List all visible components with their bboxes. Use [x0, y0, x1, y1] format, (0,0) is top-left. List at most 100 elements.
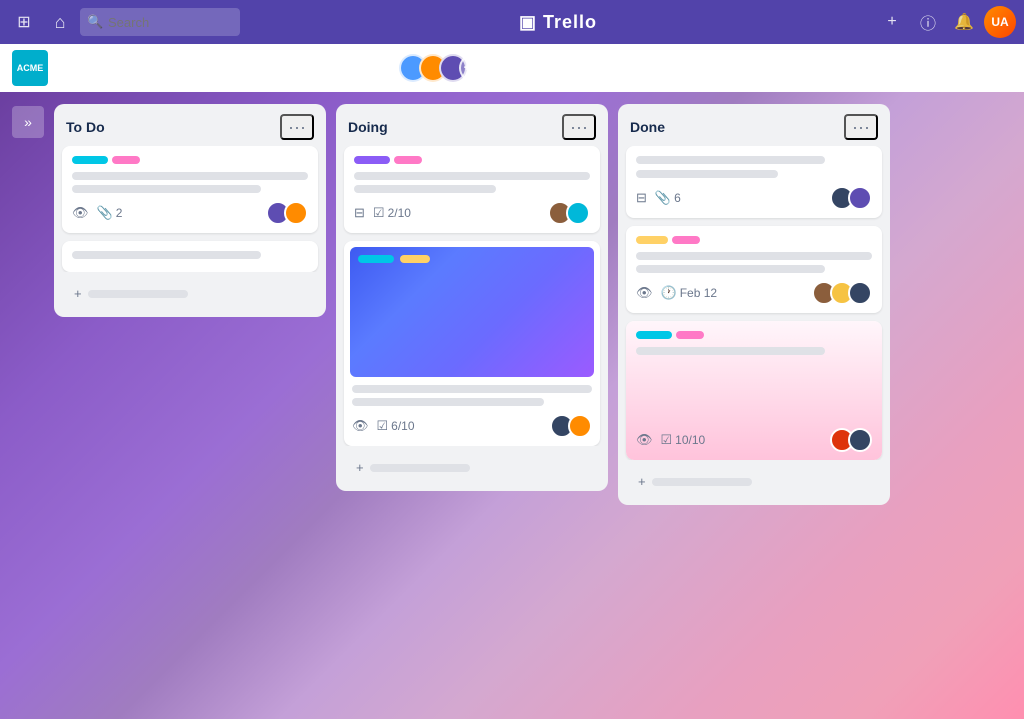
card-doing-2[interactable]: 👁 ☑ 6/10 [344, 241, 600, 446]
add-card-label [370, 464, 470, 472]
checklist-meta: ☑ 6/10 [377, 418, 415, 434]
trello-title: Trello [543, 12, 597, 33]
tag-pink [676, 331, 704, 339]
column-doing-header: Doing ··· [336, 104, 608, 146]
eye-icon: 👁 [352, 418, 369, 434]
watch-meta: 👁 [636, 285, 653, 301]
notifications-button[interactable]: 🔔 [948, 6, 980, 38]
card-title-line-2 [354, 185, 496, 193]
members-count-badge[interactable]: +12 [459, 54, 487, 82]
board-header: ACME ⊞ ▾ Project Team Spirit ★ Acme, Inc… [0, 44, 1024, 92]
column-todo-cards: 👁 📎 2 [54, 146, 326, 272]
tag-pink [394, 156, 422, 164]
card-title-line-1 [72, 172, 308, 180]
checklist-count: 6/10 [391, 419, 414, 433]
column-todo: To Do ··· 👁 📎 [54, 104, 326, 317]
card-tags [636, 236, 872, 244]
chevron-right-icon: » [24, 114, 32, 130]
card-title-line-2 [636, 265, 825, 273]
attachment-meta: 📎 6 [655, 190, 681, 206]
card-tags [636, 331, 872, 339]
card-done-1[interactable]: ⊟ 📎 6 [626, 146, 882, 218]
list-icon: ⊟ [636, 190, 647, 206]
attachment-count: 6 [674, 191, 681, 205]
board-type-badge[interactable]: ⊞ ▾ [56, 56, 93, 80]
add-button[interactable]: + [876, 6, 908, 38]
card-doing-1[interactable]: ⊟ ☑ 2/10 [344, 146, 600, 233]
add-card-button-todo[interactable]: + [62, 278, 318, 309]
grid-icon-button[interactable]: ⊞ [8, 6, 40, 38]
checklist-meta: ☑ 10/10 [661, 432, 706, 448]
list-meta: ⊟ [636, 190, 647, 206]
card-avatars [550, 414, 592, 438]
card-meta: 👁 📎 2 [72, 205, 122, 221]
column-doing-cards: ⊟ ☑ 2/10 [336, 146, 608, 446]
tag-pink [112, 156, 140, 164]
board-type-icon: ⊞ [64, 60, 75, 76]
card-title-line-2 [636, 170, 778, 178]
tag-pink [672, 236, 700, 244]
tag-cyan [72, 156, 108, 164]
view-toggle[interactable] [932, 54, 1012, 82]
card-todo-1[interactable]: 👁 📎 2 [62, 146, 318, 233]
card-avatars [548, 201, 590, 225]
top-navigation: ⊞ ⌂ 🔍 ▣ Trello + ⓘ 🔔 UA [0, 0, 1024, 44]
sidebar-toggle-button[interactable]: » [12, 106, 44, 138]
card-title-line-1 [636, 347, 825, 355]
board-type-dropdown-icon: ▾ [79, 60, 86, 76]
plus-icon: + [356, 460, 364, 475]
column-done: Done ··· ⊟ 📎 6 [618, 104, 890, 505]
card-done-3[interactable]: 👁 ☑ 10/10 [626, 321, 882, 460]
card-title-line-1 [636, 252, 872, 260]
card-meta: 👁 ☑ 6/10 [352, 418, 415, 434]
checkbox-icon: ☑ [661, 432, 673, 448]
list-icon: ⊟ [354, 205, 365, 221]
board-more-button[interactable]: ··· [898, 53, 924, 82]
divider [297, 56, 298, 80]
card-title-line-1 [354, 172, 590, 180]
card-footer: 👁 📎 2 [72, 201, 308, 225]
eye-icon: 👁 [72, 205, 89, 221]
workspace-button[interactable]: Acme, Inc. [310, 56, 391, 79]
card-meta: ⊟ ☑ 2/10 [354, 205, 411, 221]
card-footer: ⊟ ☑ 2/10 [354, 201, 590, 225]
card-title-line-1 [72, 251, 261, 259]
acme-text: ACME [17, 63, 44, 73]
column-doing: Doing ··· ⊟ ☑ [336, 104, 608, 491]
board-body: » To Do ··· 👁 [0, 92, 1024, 719]
info-button[interactable]: ⓘ [912, 6, 944, 38]
search-wrapper: 🔍 [80, 8, 240, 36]
column-todo-title: To Do [66, 119, 105, 135]
paperclip-icon: 📎 [655, 190, 671, 206]
user-avatar[interactable]: UA [984, 6, 1016, 38]
acme-logo[interactable]: ACME [12, 50, 48, 86]
watch-meta: 👁 [72, 205, 89, 221]
card-avatar-2 [284, 201, 308, 225]
add-card-button-done[interactable]: + [626, 466, 882, 497]
home-button[interactable]: ⌂ [44, 6, 76, 38]
attachment-count: 2 [116, 206, 123, 220]
invite-button[interactable]: Invite [495, 55, 550, 80]
card-title-line-2 [72, 185, 261, 193]
card-tags [354, 156, 590, 164]
column-doing-title: Doing [348, 119, 388, 135]
column-doing-menu-button[interactable]: ··· [562, 114, 596, 140]
column-todo-menu-button[interactable]: ··· [280, 114, 314, 140]
plus-icon: + [638, 474, 646, 489]
card-avatar-2 [566, 201, 590, 225]
card-avatars [812, 281, 872, 305]
search-input[interactable] [80, 8, 240, 36]
plus-icon: + [74, 286, 82, 301]
paperclip-icon: 📎 [97, 205, 113, 221]
card-done-2[interactable]: 👁 🕐 Feb 12 [626, 226, 882, 313]
checklist-count: 10/10 [675, 433, 705, 447]
nav-right-actions: + ⓘ 🔔 UA [876, 6, 1016, 38]
card-todo-2[interactable] [62, 241, 318, 272]
add-card-label [88, 290, 188, 298]
star-button[interactable]: ★ [263, 55, 284, 81]
checkbox-icon: ☑ [373, 205, 385, 221]
eye-icon: 👁 [636, 285, 653, 301]
column-done-menu-button[interactable]: ··· [844, 114, 878, 140]
card-meta: ⊟ 📎 6 [636, 190, 681, 206]
add-card-button-doing[interactable]: + [344, 452, 600, 483]
